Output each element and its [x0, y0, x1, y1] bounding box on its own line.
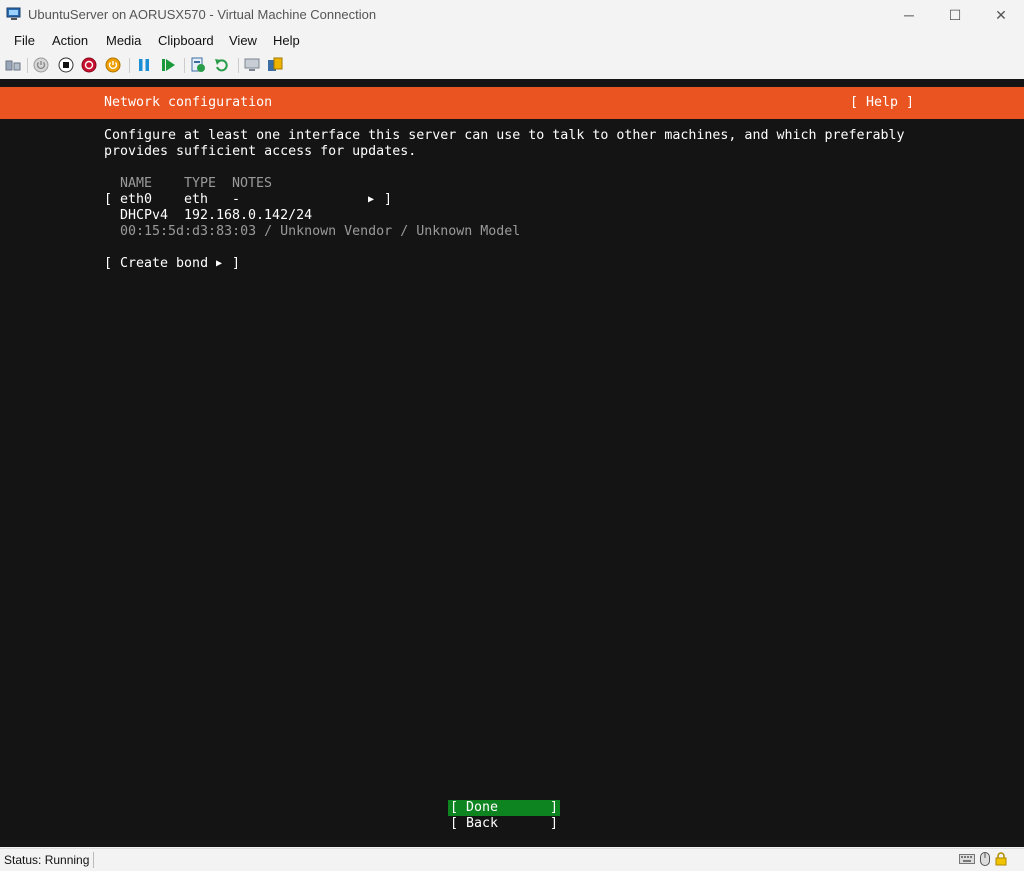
toolbar-separator	[27, 58, 28, 73]
close-button[interactable]: ✕	[978, 0, 1024, 30]
checkpoint-icon[interactable]	[190, 57, 206, 73]
ctrl-alt-del-icon[interactable]	[5, 57, 21, 73]
interface-type: eth	[184, 192, 209, 207]
lock-icon	[995, 852, 1007, 866]
back-button-close: ]	[549, 816, 558, 831]
revert-icon[interactable]	[214, 57, 230, 73]
minimize-icon: ─	[904, 7, 914, 23]
title-bar: UbuntuServer on AORUSX570 - Virtual Mach…	[0, 0, 1024, 30]
toolbar-separator	[238, 58, 239, 73]
pause-icon[interactable]	[136, 57, 152, 73]
close-icon: ✕	[995, 6, 1007, 23]
ip-address: 192.168.0.142/24	[184, 208, 313, 223]
create-bond-label: [ Create bond	[104, 256, 209, 271]
create-bond-arrow-icon: ▶	[216, 258, 223, 269]
interface-row-open-bracket: [	[104, 192, 113, 207]
start-icon[interactable]	[33, 57, 49, 73]
interface-row-close-bracket: ]	[384, 192, 393, 207]
window-title: UbuntuServer on AORUSX570 - Virtual Mach…	[28, 7, 377, 22]
minimize-button[interactable]: ─	[886, 0, 932, 30]
installer-header: Network configuration [ Help ]	[0, 87, 1024, 119]
menu-action[interactable]: Action	[52, 33, 88, 48]
status-text: Status: Running	[4, 853, 90, 867]
column-header-type: TYPE	[184, 176, 217, 191]
intro-line-1: Configure at least one interface this se…	[104, 128, 905, 143]
menu-file[interactable]: File	[14, 33, 35, 48]
maximize-icon: ☐	[948, 6, 962, 23]
menu-media[interactable]: Media	[106, 33, 141, 48]
menu-view[interactable]: View	[229, 33, 257, 48]
hardware-info: 00:15:5d:d3:83:03 / Unknown Vendor / Unk…	[120, 224, 521, 239]
done-button-close: ]	[549, 800, 558, 815]
keyboard-icon	[959, 854, 975, 864]
back-button[interactable]: [ Back ]	[448, 816, 560, 832]
reset-icon[interactable]	[160, 57, 176, 73]
interface-menu-arrow-icon: ▶	[368, 194, 375, 205]
turn-off-icon[interactable]	[58, 57, 74, 73]
status-separator	[93, 852, 94, 868]
page-title: Network configuration	[104, 95, 273, 110]
shut-down-icon[interactable]	[81, 57, 97, 73]
toolbar-separator	[129, 58, 130, 73]
back-button-label: [ Back	[450, 816, 499, 831]
create-bond-close-bracket: ]	[232, 256, 241, 271]
toolbar-separator	[184, 58, 185, 73]
mouse-icon	[980, 852, 990, 866]
maximize-button[interactable]: ☐	[932, 0, 978, 30]
status-bar: Status: Running	[0, 848, 1024, 871]
interface-name: eth0	[120, 192, 153, 207]
column-header-name: NAME	[120, 176, 153, 191]
menu-help[interactable]: Help	[273, 33, 300, 48]
done-button-label: [ Done	[450, 800, 499, 815]
menu-bar: File Action Media Clipboard View Help	[0, 30, 1024, 52]
menu-clipboard[interactable]: Clipboard	[158, 33, 214, 48]
help-button[interactable]: [ Help ]	[850, 95, 914, 110]
share-icon[interactable]	[267, 57, 283, 73]
enhanced-session-icon[interactable]	[244, 57, 260, 73]
done-button[interactable]: [ Done ]	[448, 800, 560, 816]
intro-line-2: provides sufficient access for updates.	[104, 144, 417, 159]
vm-connection-icon	[6, 7, 21, 20]
column-header-notes: NOTES	[232, 176, 273, 191]
vm-screen[interactable]: Network configuration [ Help ] Configure…	[0, 79, 1024, 847]
save-icon[interactable]	[105, 57, 121, 73]
dhcp-label: DHCPv4	[120, 208, 169, 223]
toolbar	[0, 52, 1024, 78]
interface-notes: -	[232, 192, 241, 207]
